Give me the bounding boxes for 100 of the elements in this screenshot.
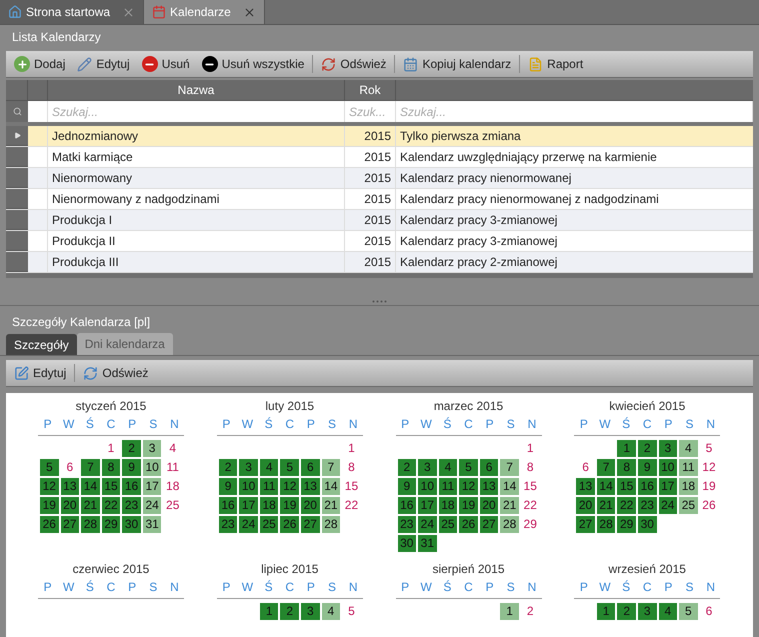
day-cell[interactable]: 23: [122, 497, 141, 514]
day-cell[interactable]: 28: [596, 516, 616, 533]
day-cell[interactable]: 2: [520, 603, 540, 620]
day-cell[interactable]: 12: [700, 459, 718, 476]
table-row[interactable]: Matki karmiące 2015 Kalendarz uwzględniający przerwę na karmienie: [6, 147, 753, 168]
day-cell[interactable]: 25: [679, 497, 698, 514]
day-cell[interactable]: 2: [280, 603, 300, 620]
day-cell[interactable]: 24: [239, 516, 258, 533]
table-row[interactable]: Nienormowany 2015 Kalendarz pracy nienormowanej: [6, 168, 753, 189]
toolbar-button[interactable]: Raport: [524, 53, 588, 75]
filter-field[interactable]: Szukaj...: [48, 101, 345, 122]
day-cell[interactable]: 11: [260, 478, 278, 495]
day-cell[interactable]: 26: [280, 516, 300, 533]
day-cell[interactable]: 4: [163, 440, 182, 457]
day-cell[interactable]: 11: [679, 459, 698, 476]
day-cell[interactable]: 25: [438, 516, 458, 533]
day-cell[interactable]: 20: [60, 497, 80, 514]
day-cell[interactable]: 3: [418, 459, 437, 476]
toolbar-button[interactable]: Usuń: [138, 53, 194, 75]
table-row[interactable]: Produkcja I 2015 Kalendarz pracy 3-zmianowej: [6, 210, 753, 231]
day-cell[interactable]: 11: [438, 478, 458, 495]
day-cell[interactable]: 8: [617, 459, 636, 476]
day-cell[interactable]: 31: [418, 535, 437, 552]
day-cell[interactable]: 20: [301, 497, 320, 514]
day-cell[interactable]: 30: [398, 535, 416, 552]
day-cell[interactable]: 21: [500, 497, 519, 514]
day-cell[interactable]: 9: [638, 459, 657, 476]
day-cell[interactable]: 11: [163, 459, 182, 476]
day-cell[interactable]: 23: [218, 516, 238, 533]
day-cell[interactable]: 27: [576, 516, 595, 533]
day-cell[interactable]: 21: [596, 497, 616, 514]
day-cell[interactable]: 13: [480, 478, 498, 495]
day-cell[interactable]: 4: [322, 603, 340, 620]
day-cell[interactable]: 3: [301, 603, 320, 620]
day-cell[interactable]: 19: [700, 478, 718, 495]
day-cell[interactable]: 28: [81, 516, 100, 533]
day-cell[interactable]: 10: [239, 478, 258, 495]
day-cell[interactable]: 19: [280, 497, 300, 514]
day-cell[interactable]: 21: [322, 497, 340, 514]
day-cell[interactable]: 26: [40, 516, 59, 533]
day-cell[interactable]: 23: [638, 497, 657, 514]
day-cell[interactable]: 22: [342, 497, 361, 514]
day-cell[interactable]: 6: [700, 603, 718, 620]
day-cell[interactable]: 24: [142, 497, 162, 514]
day-cell[interactable]: 9: [218, 478, 238, 495]
day-cell[interactable]: 12: [40, 478, 59, 495]
day-cell[interactable]: 26: [459, 516, 478, 533]
day-cell[interactable]: 16: [122, 478, 141, 495]
table-row[interactable]: Produkcja II 2015 Kalendarz pracy 3-zmianowej: [6, 231, 753, 252]
day-cell[interactable]: 28: [322, 516, 340, 533]
day-cell[interactable]: 15: [102, 478, 120, 495]
day-cell[interactable]: 2: [398, 459, 416, 476]
day-cell[interactable]: 5: [280, 459, 300, 476]
day-cell[interactable]: 13: [60, 478, 80, 495]
day-cell[interactable]: 2: [122, 440, 141, 457]
day-cell[interactable]: 13: [301, 478, 320, 495]
day-cell[interactable]: 6: [60, 459, 80, 476]
day-cell[interactable]: 23: [398, 516, 416, 533]
day-cell[interactable]: 27: [60, 516, 80, 533]
day-cell[interactable]: 27: [301, 516, 320, 533]
day-cell[interactable]: 14: [322, 478, 340, 495]
document-tab[interactable]: Kalendarze: [144, 0, 265, 24]
day-cell[interactable]: 22: [520, 497, 540, 514]
filter-field[interactable]: Szuk...: [345, 101, 396, 122]
day-cell[interactable]: 5: [679, 603, 698, 620]
column-header[interactable]: Rok: [345, 80, 396, 100]
panel-tab[interactable]: Szczegóły: [6, 334, 77, 355]
day-cell[interactable]: 1: [520, 440, 540, 457]
splitter-grip-icon[interactable]: [372, 300, 388, 303]
day-cell[interactable]: 2: [638, 440, 657, 457]
day-cell[interactable]: 12: [459, 478, 478, 495]
day-cell[interactable]: 3: [658, 440, 678, 457]
day-cell[interactable]: 6: [576, 459, 595, 476]
day-cell[interactable]: 7: [322, 459, 340, 476]
day-cell[interactable]: 20: [480, 497, 498, 514]
day-cell[interactable]: 5: [700, 440, 718, 457]
day-cell[interactable]: 6: [301, 459, 320, 476]
day-cell[interactable]: 12: [280, 478, 300, 495]
panel-tab[interactable]: Dni kalendarza: [76, 333, 173, 355]
day-cell[interactable]: 14: [500, 478, 519, 495]
day-cell[interactable]: 31: [142, 516, 162, 533]
day-cell[interactable]: 21: [81, 497, 100, 514]
day-cell[interactable]: 24: [418, 516, 437, 533]
day-cell[interactable]: 10: [418, 478, 437, 495]
day-cell[interactable]: 15: [520, 478, 540, 495]
day-cell[interactable]: 5: [40, 459, 59, 476]
day-cell[interactable]: 2: [218, 459, 238, 476]
day-cell[interactable]: 3: [638, 603, 657, 620]
day-cell[interactable]: 3: [239, 459, 258, 476]
day-cell[interactable]: 18: [438, 497, 458, 514]
day-cell[interactable]: 1: [342, 440, 361, 457]
day-cell[interactable]: 7: [596, 459, 616, 476]
table-row[interactable]: Produkcja III 2015 Kalendarz pracy 2-zmianowej: [6, 252, 753, 273]
day-cell[interactable]: 9: [122, 459, 141, 476]
day-cell[interactable]: 17: [658, 478, 678, 495]
day-cell[interactable]: 25: [260, 516, 278, 533]
close-icon[interactable]: [122, 6, 136, 18]
day-cell[interactable]: 1: [260, 603, 278, 620]
toolbar-button[interactable]: Kopiuj kalendarz: [399, 53, 516, 75]
toolbar-button[interactable]: Edytuj: [10, 362, 70, 384]
